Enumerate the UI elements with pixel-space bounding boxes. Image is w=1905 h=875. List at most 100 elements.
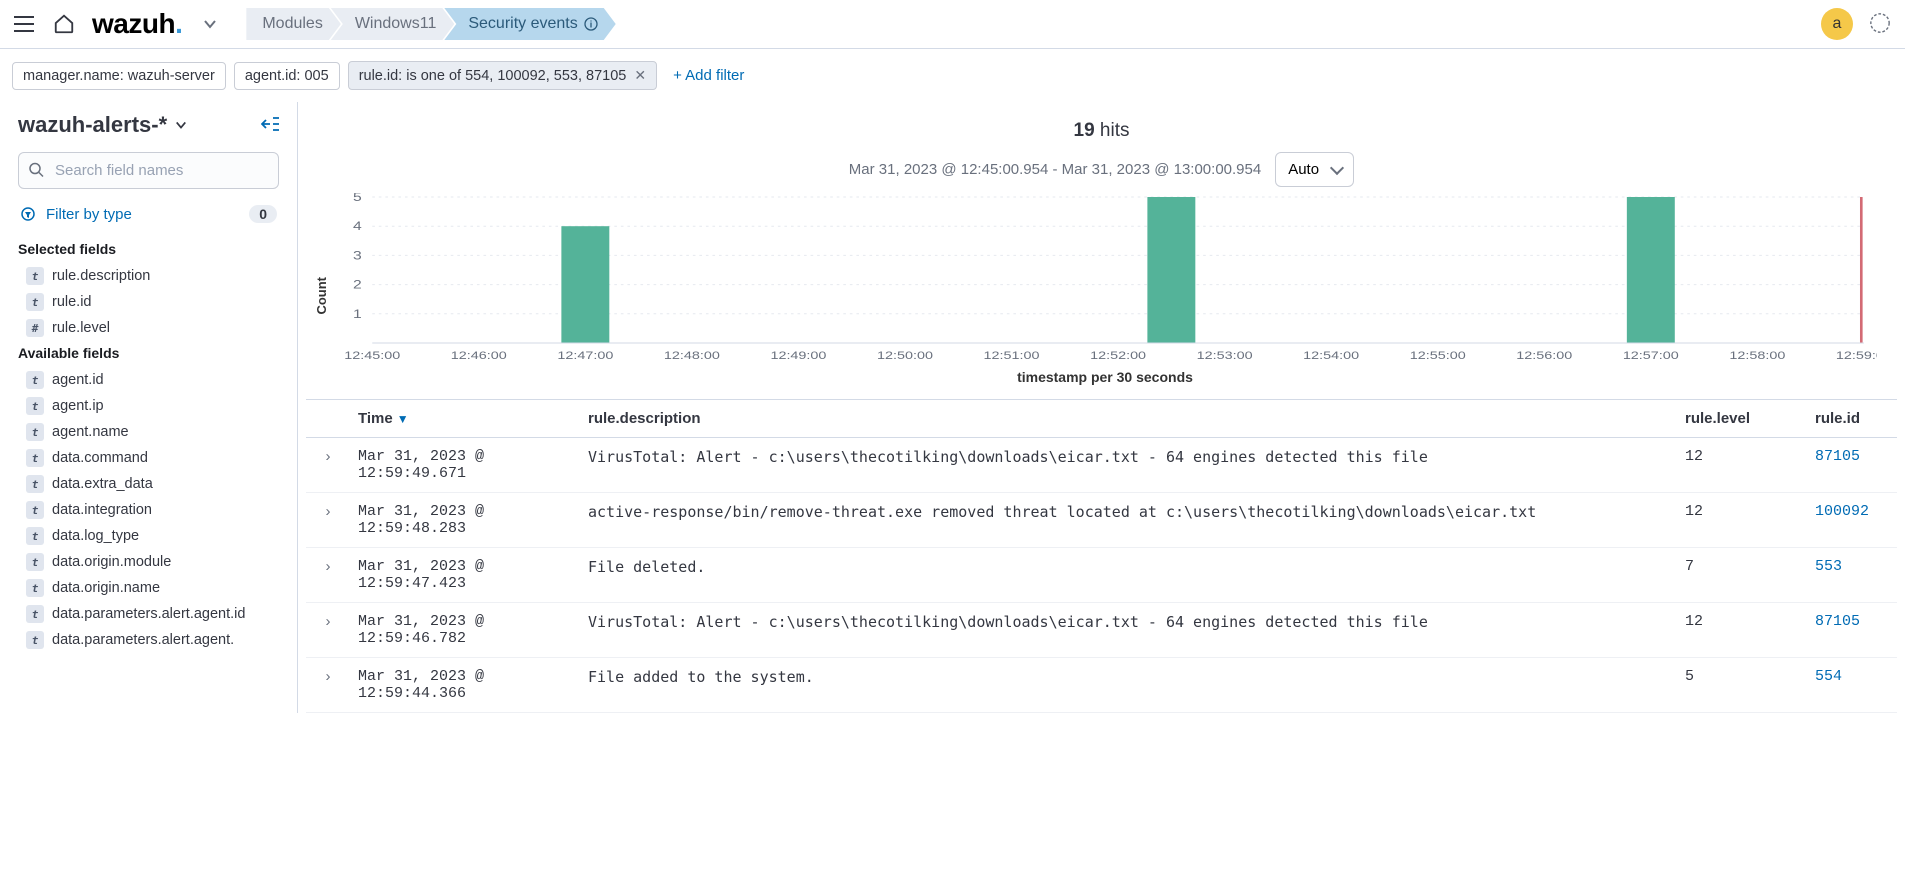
breadcrumb-item[interactable]: Security events bbox=[444, 8, 615, 40]
home-icon[interactable] bbox=[52, 12, 76, 36]
cell-time: Mar 31, 2023 @ 12:59:46.782 bbox=[350, 603, 580, 658]
field-type-icon: # bbox=[26, 319, 44, 337]
field-type-icon: t bbox=[26, 605, 44, 623]
field-name: agent.ip bbox=[52, 398, 104, 414]
svg-text:1: 1 bbox=[353, 307, 362, 321]
col-level[interactable]: rule.level bbox=[1677, 400, 1807, 438]
col-description[interactable]: rule.description bbox=[580, 400, 1677, 438]
svg-text:12:57:00: 12:57:00 bbox=[1623, 349, 1679, 362]
table-row: ›Mar 31, 2023 @ 12:59:47.423File deleted… bbox=[306, 548, 1897, 603]
cell-time: Mar 31, 2023 @ 12:59:48.283 bbox=[350, 493, 580, 548]
field-name: data.log_type bbox=[52, 528, 139, 544]
add-filter-button[interactable]: + Add filter bbox=[665, 63, 752, 88]
svg-text:3: 3 bbox=[353, 248, 362, 262]
field-item[interactable]: t agent.id bbox=[18, 367, 279, 393]
field-item[interactable]: tdata.integration bbox=[18, 497, 279, 523]
field-item[interactable]: t data.command bbox=[18, 445, 279, 471]
field-item[interactable]: tagent.name bbox=[18, 419, 279, 445]
expand-row-icon[interactable]: › bbox=[306, 493, 350, 548]
field-name: rule.description bbox=[52, 268, 150, 284]
field-type-icon: t bbox=[26, 449, 44, 467]
cell-ruleid[interactable]: 87105 bbox=[1807, 603, 1897, 658]
svg-text:12:48:00: 12:48:00 bbox=[664, 349, 720, 362]
cell-level: 7 bbox=[1677, 548, 1807, 603]
filter-pill[interactable]: manager.name: wazuh-server bbox=[12, 62, 226, 90]
cell-ruleid[interactable]: 553 bbox=[1807, 548, 1897, 603]
expand-row-icon[interactable]: › bbox=[306, 438, 350, 493]
cell-ruleid[interactable]: 554 bbox=[1807, 658, 1897, 713]
field-item[interactable]: tdata.log_type bbox=[18, 523, 279, 549]
filter-by-type-button[interactable]: Filter by type bbox=[20, 206, 132, 223]
info-icon[interactable] bbox=[584, 17, 598, 31]
available-fields-header: Available fields bbox=[18, 341, 279, 367]
close-icon[interactable]: ✕ bbox=[634, 67, 646, 84]
expand-row-icon[interactable]: › bbox=[306, 658, 350, 713]
selected-fields-header: Selected fields bbox=[18, 237, 279, 263]
svg-text:12:51:00: 12:51:00 bbox=[984, 349, 1040, 362]
field-item[interactable]: trule.description bbox=[18, 263, 279, 289]
results-pane: 19 hits Mar 31, 2023 @ 12:45:00.954 - Ma… bbox=[297, 102, 1905, 713]
cell-description: active-response/bin/remove-threat.exe re… bbox=[580, 493, 1677, 548]
svg-text:12:55:00: 12:55:00 bbox=[1410, 349, 1466, 362]
interval-select[interactable]: Auto bbox=[1275, 152, 1354, 187]
search-fields-input[interactable] bbox=[18, 152, 279, 189]
x-axis-label: timestamp per 30 seconds bbox=[333, 369, 1877, 385]
filter-pill[interactable]: agent.id: 005 bbox=[234, 62, 340, 90]
field-item[interactable]: #rule.level bbox=[18, 315, 279, 341]
field-item[interactable]: tdata.origin.name bbox=[18, 575, 279, 601]
filter-pill[interactable]: rule.id: is one of 554, 100092, 553, 871… bbox=[348, 61, 657, 90]
field-name: agent.id bbox=[52, 372, 104, 388]
cell-level: 12 bbox=[1677, 493, 1807, 548]
svg-text:12:53:00: 12:53:00 bbox=[1197, 349, 1253, 362]
menu-toggle-icon[interactable] bbox=[12, 12, 36, 36]
cell-ruleid[interactable]: 100092 bbox=[1807, 493, 1897, 548]
expand-row-icon[interactable]: › bbox=[306, 548, 350, 603]
col-time[interactable]: Time▼ bbox=[350, 400, 580, 438]
field-item[interactable]: trule.id bbox=[18, 289, 279, 315]
field-type-icon: t bbox=[26, 553, 44, 571]
index-pattern-selector[interactable]: wazuh-alerts-* bbox=[18, 112, 187, 138]
field-type-icon: t bbox=[26, 371, 44, 389]
table-row: ›Mar 31, 2023 @ 12:59:48.283active-respo… bbox=[306, 493, 1897, 548]
field-name: data.parameters.alert.agent.id bbox=[52, 606, 245, 622]
app-header: wazuh. ModulesWindows11Security events a bbox=[0, 0, 1905, 49]
breadcrumb: ModulesWindows11Security events bbox=[246, 8, 605, 40]
cell-time: Mar 31, 2023 @ 12:59:47.423 bbox=[350, 548, 580, 603]
field-item[interactable]: t data.origin.module bbox=[18, 549, 279, 575]
histogram-chart[interactable]: 1234512:45:0012:46:0012:47:0012:48:0012:… bbox=[333, 193, 1877, 363]
brand-logo: wazuh. bbox=[92, 8, 182, 40]
field-type-icon: t bbox=[26, 631, 44, 649]
app-switcher-chevron-icon[interactable] bbox=[198, 12, 222, 36]
table-row: ›Mar 31, 2023 @ 12:59:44.366File added t… bbox=[306, 658, 1897, 713]
field-type-icon: t bbox=[26, 397, 44, 415]
cell-description: File added to the system. bbox=[580, 658, 1677, 713]
svg-text:12:46:00: 12:46:00 bbox=[451, 349, 507, 362]
avatar[interactable]: a bbox=[1821, 8, 1853, 40]
field-item[interactable]: tdata.parameters.alert.agent. bbox=[18, 627, 279, 653]
field-type-icon: t bbox=[26, 501, 44, 519]
breadcrumb-item[interactable]: Windows11 bbox=[331, 8, 455, 40]
cell-level: 5 bbox=[1677, 658, 1807, 713]
svg-text:12:56:00: 12:56:00 bbox=[1516, 349, 1572, 362]
svg-text:12:50:00: 12:50:00 bbox=[877, 349, 933, 362]
field-item[interactable]: t data.parameters.alert.agent.id bbox=[18, 601, 279, 627]
field-item[interactable]: tdata.extra_data bbox=[18, 471, 279, 497]
field-name: data.origin.name bbox=[52, 580, 160, 596]
cell-level: 12 bbox=[1677, 603, 1807, 658]
field-item[interactable]: t agent.ip bbox=[18, 393, 279, 419]
field-name: data.origin.module bbox=[52, 554, 171, 570]
table-row: ›Mar 31, 2023 @ 12:59:46.782VirusTotal: … bbox=[306, 603, 1897, 658]
field-name: data.extra_data bbox=[52, 476, 153, 492]
cell-ruleid[interactable]: 87105 bbox=[1807, 438, 1897, 493]
col-ruleid[interactable]: rule.id bbox=[1807, 400, 1897, 438]
cell-description: VirusTotal: Alert - c:\users\thecotilkin… bbox=[580, 438, 1677, 493]
newsfeed-icon[interactable] bbox=[1869, 12, 1893, 36]
cell-level: 12 bbox=[1677, 438, 1807, 493]
collapse-sidebar-icon[interactable] bbox=[261, 115, 279, 136]
field-name: data.command bbox=[52, 450, 148, 466]
cell-description: File deleted. bbox=[580, 548, 1677, 603]
expand-row-icon[interactable]: › bbox=[306, 603, 350, 658]
field-name: rule.id bbox=[52, 294, 92, 310]
breadcrumb-item[interactable]: Modules bbox=[246, 8, 340, 40]
y-axis-label: Count bbox=[314, 277, 329, 315]
